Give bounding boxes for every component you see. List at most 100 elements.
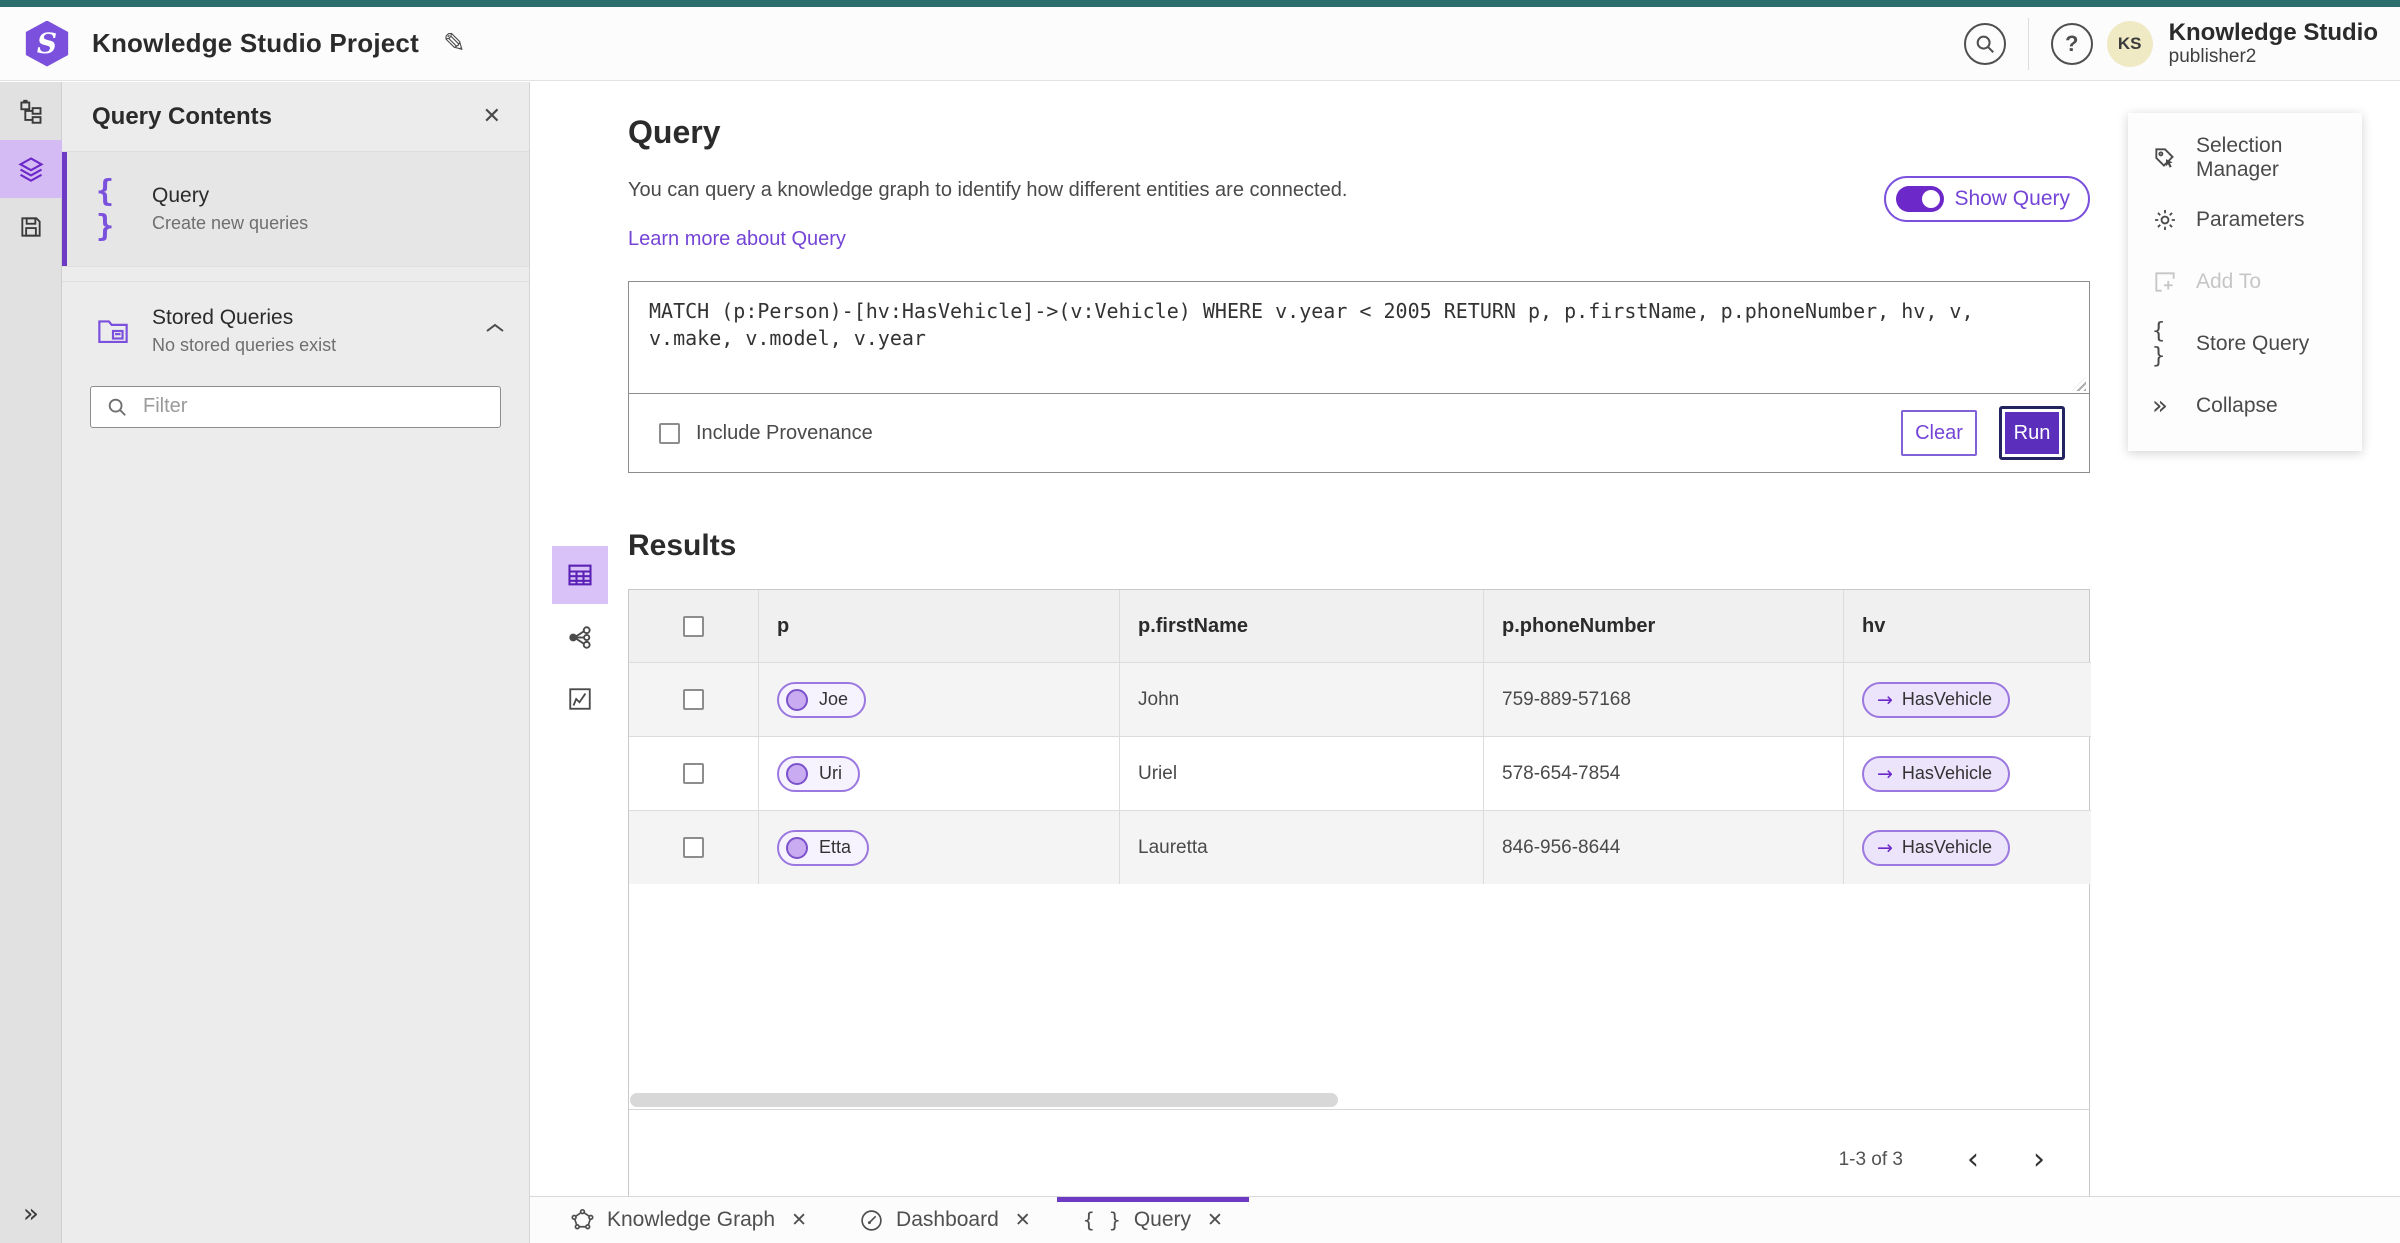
rail-item-save[interactable]	[0, 198, 62, 256]
row-checkbox[interactable]	[683, 837, 704, 858]
logo-glyph: S	[36, 27, 58, 60]
tab-dashboard[interactable]: Dashboard ✕	[833, 1197, 1057, 1243]
tool-selection-manager[interactable]: Selection Manager	[2128, 127, 2362, 189]
learn-more-link[interactable]: Learn more about Query	[628, 228, 846, 251]
gear-icon	[2152, 207, 2196, 233]
chart-view-icon	[569, 688, 591, 710]
main-content: Query You can query a knowledge graph to…	[530, 82, 2400, 1196]
close-tab-icon[interactable]: ✕	[791, 1209, 807, 1231]
run-button[interactable]: Run	[1999, 406, 2065, 460]
row-checkbox[interactable]	[683, 689, 704, 710]
knowledge-graph-icon	[570, 1208, 595, 1233]
table-row: Joe John 759-889-57168 → HasVehicle	[629, 662, 2091, 736]
tool-collapse[interactable]: » Collapse	[2128, 375, 2362, 437]
horizontal-scrollbar[interactable]	[629, 1092, 2089, 1108]
arrow-right-icon: →	[1877, 836, 1893, 859]
product-name: Knowledge Studio	[2168, 18, 2378, 46]
editor-footer: Include Provenance Clear Run	[629, 394, 2089, 472]
view-graph-button[interactable]	[552, 608, 608, 666]
chevron-up-icon[interactable]	[485, 321, 505, 340]
user-identity[interactable]: Knowledge Studio publisher2	[2169, 19, 2378, 68]
tool-label: Add To	[2196, 270, 2261, 293]
tool-label: Collapse	[2196, 394, 2278, 417]
table-view-icon	[568, 564, 592, 586]
cell-firstname: John	[1120, 662, 1484, 736]
rail-item-ontology[interactable]	[0, 82, 62, 140]
show-query-label: Show Query	[1954, 187, 2070, 210]
rail-item-layers[interactable]	[0, 140, 62, 198]
column-header-firstname[interactable]: p.firstName	[1120, 590, 1484, 662]
view-chart-button[interactable]	[552, 670, 608, 728]
cell-phonenumber: 578-654-7854	[1484, 736, 1844, 810]
project-title: Knowledge Studio Project	[92, 28, 419, 58]
row-checkbox[interactable]	[683, 763, 704, 784]
include-provenance-checkbox[interactable]	[659, 422, 680, 444]
cell-firstname: Uriel	[1120, 736, 1484, 810]
edit-project-name-icon[interactable]: ✎	[443, 28, 466, 59]
tool-label: Parameters	[2196, 208, 2305, 231]
tab-knowledge-graph[interactable]: Knowledge Graph ✕	[544, 1197, 833, 1243]
resize-grip[interactable]	[2072, 377, 2086, 391]
collapse-icon: »	[2152, 391, 2168, 421]
app-header: S Knowledge Studio Project ✎ ? KS Knowle…	[0, 7, 2400, 81]
filter-input[interactable]	[90, 385, 501, 428]
close-tab-icon[interactable]: ✕	[1207, 1209, 1223, 1231]
column-header-p[interactable]: p	[759, 590, 1120, 662]
dashboard-icon	[859, 1208, 884, 1233]
close-tab-icon[interactable]: ✕	[1015, 1209, 1031, 1231]
entity-pill[interactable]: Etta	[777, 829, 870, 866]
expand-rail-icon[interactable]: »	[0, 1199, 62, 1229]
query-code: MATCH (p:Person)-[hv:HasVehicle]->(v:Veh…	[649, 299, 1974, 350]
close-panel-icon[interactable]: ✕	[483, 104, 501, 129]
top-accent-bar	[0, 0, 2400, 7]
panel-item-query[interactable]: { } Query Create new queries	[62, 152, 529, 267]
entity-node-icon	[786, 688, 808, 711]
help-button[interactable]: ?	[2050, 22, 2093, 65]
results-title: Results	[628, 529, 737, 562]
user-avatar[interactable]: KS	[2106, 20, 2153, 67]
previous-page-icon[interactable]: ‹	[1959, 1144, 1987, 1175]
app-logo[interactable]: S	[24, 20, 70, 67]
toggle-knob	[1922, 190, 1941, 208]
pagination-range: 1-3 of 3	[1838, 1148, 1903, 1170]
cell-firstname: Lauretta	[1120, 810, 1484, 884]
tool-parameters[interactable]: Parameters	[2128, 189, 2362, 251]
show-query-toggle[interactable]: Show Query	[1884, 176, 2090, 222]
relation-pill[interactable]: → HasVehicle	[1862, 829, 2010, 866]
panel-title: Query Contents	[92, 102, 273, 130]
next-page-icon[interactable]: ›	[2025, 1144, 2053, 1175]
search-button[interactable]	[1963, 22, 2006, 65]
header-divider	[2027, 17, 2029, 70]
tool-store-query[interactable]: { } Store Query	[2128, 313, 2362, 375]
panel-item-stored-queries[interactable]: Stored Queries No stored queries exist	[62, 281, 529, 380]
tool-add-to: Add To	[2128, 251, 2362, 313]
entity-pill[interactable]: Uri	[777, 755, 860, 792]
relation-pill[interactable]: → HasVehicle	[1862, 681, 2010, 718]
query-textarea[interactable]: MATCH (p:Person)-[hv:HasVehicle]->(v:Veh…	[629, 282, 2089, 394]
toggle-switch[interactable]	[1896, 186, 1945, 212]
column-header-phonenumber[interactable]: p.phoneNumber	[1484, 590, 1844, 662]
panel-item-subtitle: No stored queries exist	[152, 335, 337, 356]
entity-pill[interactable]: Joe	[777, 681, 867, 718]
query-editor: MATCH (p:Person)-[hv:HasVehicle]->(v:Veh…	[628, 281, 2090, 473]
panel-header: Query Contents ✕	[62, 82, 529, 152]
cell-phonenumber: 759-889-57168	[1484, 662, 1844, 736]
search-icon	[106, 396, 128, 423]
braces-icon: { }	[1082, 1208, 1122, 1232]
view-table-button[interactable]	[552, 546, 608, 604]
search-icon	[1976, 35, 1994, 53]
folder-icon	[96, 316, 152, 346]
page-title: Query	[628, 114, 721, 150]
select-all-checkbox[interactable]	[683, 615, 704, 637]
app-window: S Knowledge Studio Project ✎ ? KS Knowle…	[0, 0, 2400, 1243]
clear-button[interactable]: Clear	[1901, 410, 1977, 456]
scrollbar-thumb[interactable]	[630, 1093, 1338, 1107]
entity-node-icon	[786, 762, 808, 785]
entity-label: Etta	[819, 837, 852, 857]
tab-query[interactable]: { } Query ✕	[1057, 1197, 1249, 1243]
query-tools-panel: Selection Manager Parameters Add To {} …	[2128, 113, 2362, 451]
hierarchy-icon	[19, 99, 41, 124]
column-header-hv[interactable]: hv	[1844, 590, 2091, 662]
braces-icon: { }	[96, 174, 117, 244]
relation-pill[interactable]: → HasVehicle	[1862, 755, 2010, 792]
